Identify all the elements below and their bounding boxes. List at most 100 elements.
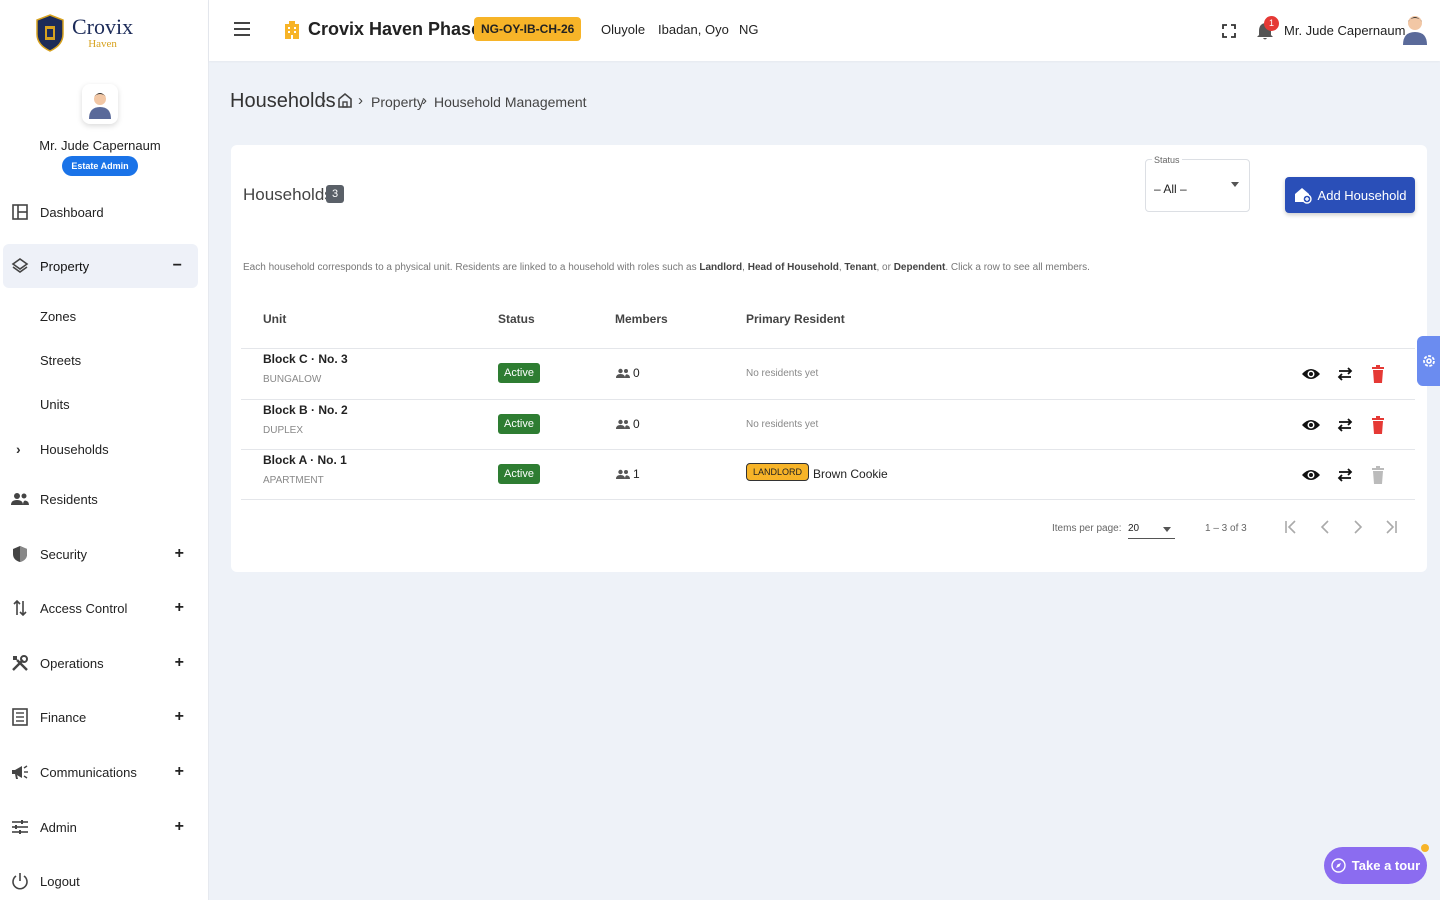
take-a-tour-button[interactable]: Take a tour (1324, 847, 1427, 884)
transfer-icon[interactable] (1335, 465, 1355, 485)
unit-type: APARTMENT (263, 475, 324, 486)
sliders-icon (10, 817, 30, 837)
transfer-icon[interactable] (1335, 364, 1355, 384)
column-header-status: Status (498, 312, 535, 326)
status-badge: Active (498, 414, 540, 434)
column-header-primary-resident: Primary Resident (746, 312, 845, 326)
building-icon (285, 21, 299, 39)
sidebar-item-logout[interactable]: Logout (0, 859, 198, 900)
role-badge: Estate Admin (62, 156, 138, 176)
member-count: 1 (616, 467, 640, 481)
expand-icon[interactable]: + (175, 545, 184, 563)
column-header-unit: Unit (263, 312, 287, 326)
table-row[interactable]: Block A · No. 1 APARTMENT Active 1 LANDL… (241, 449, 1415, 500)
unit-type: DUPLEX (263, 425, 304, 436)
help-note: Each household corresponds to a physical… (243, 262, 1090, 273)
location-area: Oluyole (601, 22, 646, 37)
logo-title: Crovix (72, 14, 134, 39)
expand-icon[interactable]: + (175, 818, 184, 836)
sidebar-item-streets[interactable]: Streets (0, 338, 198, 382)
people-icon (616, 469, 630, 479)
delete-icon[interactable] (1368, 364, 1388, 384)
items-per-page-select[interactable]: 20 (1128, 517, 1175, 539)
user-avatar-icon[interactable] (1401, 13, 1429, 45)
sidebar-item-zones[interactable]: Zones (0, 294, 198, 338)
transfer-icon[interactable] (1335, 415, 1355, 435)
breadcrumb-property[interactable]: Property (371, 94, 424, 110)
count-badge: 3 (326, 185, 345, 203)
card-title: Households (243, 185, 333, 204)
power-icon (10, 871, 30, 891)
dashboard-icon (10, 202, 30, 222)
sidebar-item-operations[interactable]: Operations + (0, 641, 198, 685)
expand-icon[interactable]: + (175, 599, 184, 617)
last-page-icon[interactable] (1383, 519, 1399, 535)
sidebar-item-label: Logout (40, 873, 80, 889)
megaphone-icon (10, 762, 30, 782)
sidebar-item-finance[interactable]: Finance + (0, 695, 198, 739)
collapse-icon[interactable]: − (173, 257, 182, 275)
first-page-icon[interactable] (1283, 519, 1299, 535)
compass-icon (1331, 858, 1346, 873)
breadcrumb-separator: › (358, 92, 363, 109)
sidebar-item-access-control[interactable]: Access Control + (0, 586, 198, 630)
sidebar-item-security[interactable]: Security + (0, 532, 198, 576)
sidebar-item-dashboard[interactable]: Dashboard (0, 190, 198, 234)
items-per-page-label: Items per page: (1052, 523, 1122, 534)
people-icon (616, 419, 630, 429)
sidebar-item-households[interactable]: › Households (0, 427, 198, 471)
delete-icon-disabled (1368, 465, 1388, 485)
menu-icon[interactable] (234, 22, 250, 36)
sidebar-item-label: Households (40, 441, 109, 457)
prev-page-icon[interactable] (1317, 519, 1333, 535)
sidebar-item-units[interactable]: Units (0, 382, 198, 426)
sidebar-item-communications[interactable]: Communications + (0, 750, 198, 794)
sidebar-item-property[interactable]: Property − (3, 244, 198, 288)
role-tag: LANDLORD (746, 463, 810, 481)
user-name[interactable]: Mr. Jude Capernaum (1284, 23, 1405, 38)
expand-icon[interactable]: + (175, 708, 184, 726)
sidebar-item-residents[interactable]: Residents (0, 477, 198, 521)
sidebar-item-admin[interactable]: Admin + (0, 805, 198, 849)
notification-count: 1 (1264, 16, 1279, 31)
sidebar-item-label: Zones (40, 308, 77, 324)
caret-down-icon (1231, 182, 1239, 187)
estate-name: Crovix Haven Phase 3 (308, 19, 497, 39)
status-badge: Active (498, 363, 540, 383)
swap-vertical-icon (10, 598, 30, 618)
user-avatar-icon (89, 93, 111, 119)
table-row[interactable]: Block C · No. 3 BUNGALOW Active 0 No res… (241, 348, 1415, 399)
no-residents-text: No residents yet (746, 419, 819, 430)
sidebar-item-label: Access Control (40, 600, 128, 616)
settings-gear-icon[interactable] (1417, 336, 1440, 386)
home-icon[interactable] (337, 92, 353, 108)
table-row[interactable]: Block B · No. 2 DUPLEX Active 0 No resid… (241, 399, 1415, 450)
estate-code-badge: NG-OY-IB-CH-26 (474, 17, 582, 41)
status-filter-select[interactable]: Status – All – (1145, 155, 1250, 212)
ledger-icon (10, 707, 30, 727)
people-icon (616, 368, 630, 378)
tour-indicator-dot (1421, 844, 1429, 852)
next-page-icon[interactable] (1350, 519, 1366, 535)
location-city: Ibadan, Oyo (658, 22, 729, 37)
topbar: Crovix Haven Phase 3 NG-OY-IB-CH-26 Oluy… (209, 0, 1440, 61)
view-eye-icon[interactable] (1301, 415, 1321, 435)
sidebar-item-label: Residents (40, 491, 98, 507)
unit-type: BUNGALOW (263, 374, 322, 385)
location-country: NG (739, 22, 759, 37)
add-household-button[interactable]: Add Household (1285, 177, 1415, 213)
status-filter-label: Status (1152, 155, 1182, 165)
delete-icon[interactable] (1368, 415, 1388, 435)
avatar[interactable] (82, 84, 118, 124)
view-eye-icon[interactable] (1301, 364, 1321, 384)
fullscreen-icon[interactable] (1222, 24, 1236, 38)
brand-logo[interactable]: Crovix Haven (36, 14, 133, 52)
add-household-label: Add Household (1317, 187, 1407, 203)
sidebar-item-label: Streets (40, 352, 82, 368)
sidebar-item-label: Dashboard (40, 204, 104, 220)
expand-icon[interactable]: + (175, 654, 184, 672)
items-per-page-value: 20 (1128, 523, 1140, 534)
add-home-icon (1294, 188, 1312, 204)
view-eye-icon[interactable] (1301, 465, 1321, 485)
expand-icon[interactable]: + (175, 763, 184, 781)
